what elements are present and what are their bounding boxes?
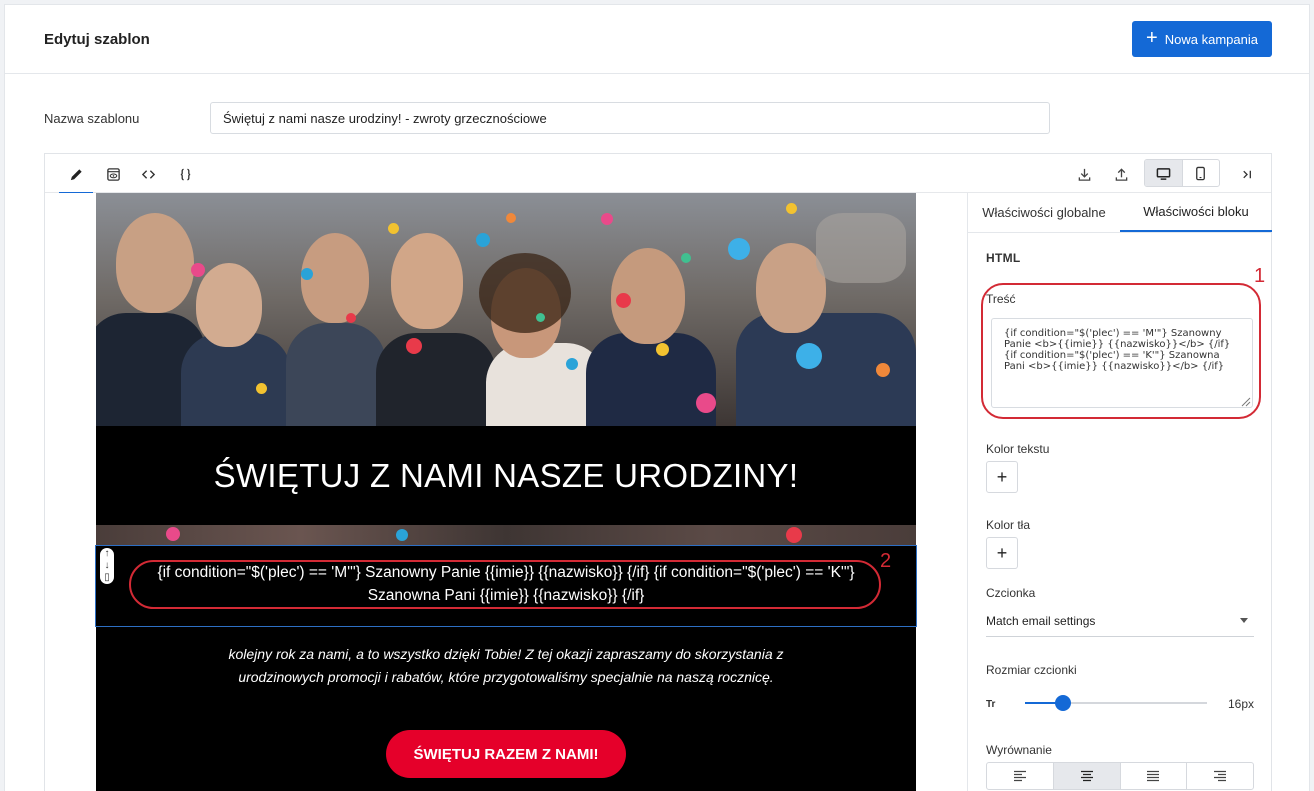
headline-block[interactable]: ŚWIĘTUJ Z NAMI NASZE URODZINY! <box>96 426 916 525</box>
tab-global-properties[interactable]: Właściwości globalne <box>968 193 1120 232</box>
collapse-panel-icon <box>1242 170 1251 178</box>
align-right-icon <box>1214 770 1227 782</box>
plus-icon: + <box>996 466 1008 487</box>
template-name-label: Nazwa szablonu <box>44 111 140 126</box>
align-left-button[interactable] <box>987 763 1054 789</box>
editor-toolbar <box>45 154 1271 194</box>
align-toggle <box>986 762 1254 790</box>
desktop-view-button[interactable] <box>1145 160 1183 186</box>
text-color-button[interactable]: + <box>986 461 1018 493</box>
hero-image[interactable] <box>96 193 916 426</box>
pencil-icon <box>70 168 82 180</box>
template-name-input[interactable] <box>210 102 1050 134</box>
font-size-slider-thumb[interactable] <box>1055 695 1072 711</box>
svg-text:Tr: Tr <box>986 699 996 709</box>
content-label: Treść <box>986 292 1016 306</box>
font-select[interactable]: Match email settings <box>986 605 1254 637</box>
code-icon <box>141 169 155 179</box>
align-justify-icon <box>1147 770 1160 782</box>
mobile-view-button[interactable] <box>1183 160 1220 186</box>
annotation-number-1: 1 <box>1254 265 1266 287</box>
properties-tabs: Właściwości globalne Właściwości bloku <box>968 193 1272 233</box>
align-label: Wyrównanie <box>986 743 1052 757</box>
align-right-button[interactable] <box>1187 763 1253 789</box>
bg-color-label: Kolor tła <box>986 518 1031 532</box>
align-center-icon <box>1080 770 1093 782</box>
app-shell: Edytuj szablon + Nowa kampania Nazwa sza… <box>4 4 1310 791</box>
braces-icon <box>180 168 190 180</box>
section-title: HTML <box>986 251 1021 265</box>
device-toggle <box>1144 159 1220 187</box>
new-campaign-button[interactable]: + Nowa kampania <box>1132 21 1272 57</box>
text-size-icon: Tr <box>986 699 996 709</box>
collapse-panel-button[interactable] <box>1233 160 1261 188</box>
align-center-button[interactable] <box>1053 763 1121 789</box>
annotation-number-2: 2 <box>880 550 892 572</box>
delete-icon[interactable]: ▯ <box>104 573 110 583</box>
template-editor: ŚWIĘTUJ Z NAMI NASZE URODZINY! ↑ ↓ ▯ {if… <box>44 153 1272 791</box>
page-title: Edytuj szablon <box>44 31 150 48</box>
font-size-value: 16px <box>1228 697 1255 711</box>
font-select-value: Match email settings <box>986 613 1096 628</box>
email-canvas: ŚWIĘTUJ Z NAMI NASZE URODZINY! ↑ ↓ ▯ {if… <box>45 193 967 791</box>
tab-block-properties[interactable]: Właściwości bloku <box>1120 193 1272 232</box>
preview-button[interactable] <box>99 160 127 188</box>
resize-grip-icon[interactable] <box>1240 396 1251 407</box>
properties-panel: Właściwości globalne Właściwości bloku H… <box>967 193 1272 791</box>
mobile-icon <box>1196 166 1206 180</box>
download-icon <box>1078 168 1090 181</box>
caret-down-icon <box>1240 618 1248 623</box>
new-campaign-label: Nowa kampania <box>1164 31 1258 47</box>
email-body-text: kolejny rok za nami, a to wszystko dzięk… <box>228 646 784 685</box>
code-button[interactable] <box>134 160 162 188</box>
block-handle[interactable]: ↑ ↓ ▯ <box>100 548 114 584</box>
move-up-icon[interactable]: ↑ <box>105 549 110 559</box>
upload-button[interactable] <box>1107 160 1135 188</box>
desktop-icon <box>1156 167 1171 180</box>
selected-html-block[interactable]: ↑ ↓ ▯ {if condition="$('plec') == 'M'"} … <box>95 545 917 627</box>
download-button[interactable] <box>1070 160 1098 188</box>
greeting-text: {if condition="$('plec') == 'M'"} Szanow… <box>157 564 855 604</box>
edit-mode-button[interactable] <box>59 160 93 194</box>
font-size-slider-track[interactable] <box>1025 702 1207 704</box>
email-preview: ŚWIĘTUJ Z NAMI NASZE URODZINY! ↑ ↓ ▯ {if… <box>95 193 917 791</box>
email-headline: ŚWIĘTUJ Z NAMI NASZE URODZINY! <box>213 456 799 494</box>
preview-icon <box>106 167 120 181</box>
variables-button[interactable] <box>171 160 199 188</box>
align-justify-button[interactable] <box>1121 763 1188 789</box>
font-size-label: Rozmiar czcionki <box>986 663 1077 677</box>
image-strip <box>96 525 916 545</box>
plus-icon: + <box>996 542 1008 563</box>
text-color-label: Kolor tekstu <box>986 442 1050 456</box>
upload-icon <box>1115 167 1127 181</box>
move-down-icon[interactable]: ↓ <box>105 561 110 571</box>
bg-color-button[interactable]: + <box>986 537 1018 569</box>
plus-icon: + <box>1146 27 1158 49</box>
font-label: Czcionka <box>986 586 1036 600</box>
page-header: Edytuj szablon + Nowa kampania <box>5 5 1309 74</box>
content-textarea[interactable]: {if condition="$('plec') == 'M'"} Szanow… <box>991 318 1253 408</box>
cta-button[interactable]: ŚWIĘTUJ RAZEM Z NAMI! <box>386 730 626 778</box>
align-left-icon <box>1013 770 1026 782</box>
